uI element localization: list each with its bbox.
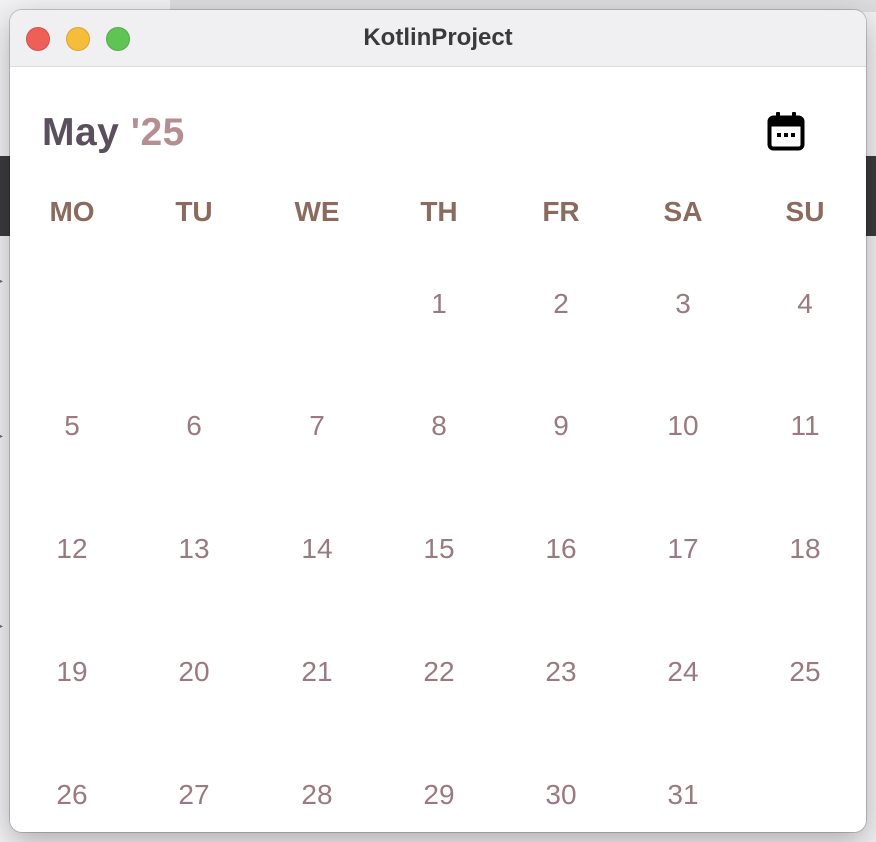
day-cell[interactable]: 13 bbox=[154, 519, 234, 579]
day-cell[interactable]: 2 bbox=[521, 274, 601, 334]
day-cell[interactable]: 11 bbox=[765, 396, 845, 456]
year-label: '25 bbox=[130, 111, 185, 154]
app-window: KotlinProject May '25 MO TU WE TH FR SA SU 123… bbox=[10, 10, 866, 832]
day-cell[interactable]: 7 bbox=[277, 396, 357, 456]
title-bar: KotlinProject bbox=[10, 10, 866, 67]
day-cell[interactable]: 16 bbox=[521, 519, 601, 579]
day-cell[interactable]: 25 bbox=[765, 642, 845, 702]
day-cell[interactable]: 3 bbox=[643, 274, 723, 334]
day-cell[interactable]: 21 bbox=[277, 642, 357, 702]
calendar-view: May '25 MO TU WE TH FR SA SU 1 2 3 4 5 6 7 8 9 10 11 12 13… bbox=[10, 67, 866, 832]
background-arrow-icon: ▸ bbox=[0, 615, 3, 636]
month-year-heading: May '25 bbox=[42, 111, 185, 155]
day-cell[interactable]: 14 bbox=[277, 519, 357, 579]
day-cell[interactable]: 8 bbox=[399, 396, 479, 456]
day-cell[interactable]: 23 bbox=[521, 642, 601, 702]
calendar-picker-button[interactable] bbox=[756, 105, 816, 157]
weekday-label: TU bbox=[175, 196, 213, 227]
day-cell[interactable]: 9 bbox=[521, 396, 601, 456]
weekday-label: SU bbox=[785, 196, 825, 227]
day-cell[interactable]: 12 bbox=[32, 519, 112, 579]
weekday-header-row: MO TU WE TH FR SA SU bbox=[10, 196, 866, 236]
weekday-label: TH bbox=[420, 196, 458, 227]
weekday-label: MO bbox=[49, 196, 95, 227]
day-cell[interactable]: 24 bbox=[643, 642, 723, 702]
month-label: May bbox=[42, 111, 120, 154]
background-text-fragment bbox=[160, 812, 720, 840]
day-cell[interactable]: 26 bbox=[32, 765, 112, 825]
day-cell[interactable]: 4 bbox=[765, 274, 845, 334]
day-cell[interactable]: 20 bbox=[154, 642, 234, 702]
day-cell[interactable]: 19 bbox=[32, 642, 112, 702]
day-cell[interactable]: 5 bbox=[32, 396, 112, 456]
day-cell[interactable]: 10 bbox=[643, 396, 723, 456]
background-arrow-icon: ▸ bbox=[0, 270, 3, 291]
days-grid: 1 2 3 4 5 6 7 8 9 10 11 12 13 14 15 16 17 18 19 20 21 22 23 24 2… bbox=[10, 237, 866, 832]
weekday-label: WE bbox=[294, 196, 340, 227]
background-arrow-icon: ▸ bbox=[0, 425, 3, 446]
day-cell[interactable]: 17 bbox=[643, 519, 723, 579]
day-cell[interactable]: 6 bbox=[154, 396, 234, 456]
day-cell[interactable]: 15 bbox=[399, 519, 479, 579]
day-cell[interactable]: 22 bbox=[399, 642, 479, 702]
calendar-icon bbox=[767, 112, 805, 151]
day-cell[interactable]: 18 bbox=[765, 519, 845, 579]
window-title: KotlinProject bbox=[363, 24, 513, 51]
weekday-label: SA bbox=[663, 196, 703, 227]
weekday-label: FR bbox=[542, 196, 580, 227]
day-cell[interactable]: 1 bbox=[399, 274, 479, 334]
